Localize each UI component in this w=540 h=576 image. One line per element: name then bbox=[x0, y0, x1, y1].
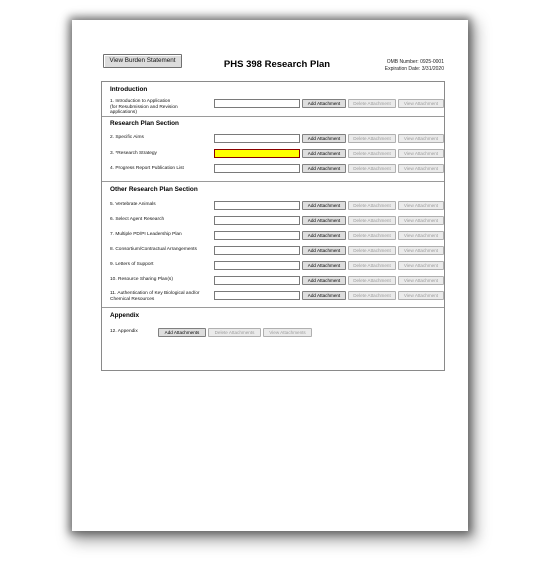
page-title: PHS 398 Research Plan bbox=[223, 59, 331, 70]
delete-attachment-button[interactable]: Delete Attachment bbox=[348, 291, 396, 300]
view-attachment-button[interactable]: View Attachment bbox=[398, 276, 444, 285]
delete-attachment-button[interactable]: Delete Attachment bbox=[348, 261, 396, 270]
add-attachment-button[interactable]: Add Attachment bbox=[302, 291, 346, 300]
row-label-appendix: 12. Appendix bbox=[110, 329, 138, 334]
file-field-select-agent[interactable] bbox=[214, 216, 300, 225]
file-field-multiple-pdpi[interactable] bbox=[214, 231, 300, 240]
delete-attachment-button[interactable]: Delete Attachment bbox=[348, 276, 396, 285]
file-field-specific-aims[interactable] bbox=[214, 134, 300, 143]
form-page: View Burden Statement PHS 398 Research P… bbox=[72, 20, 468, 531]
section-divider bbox=[102, 181, 444, 182]
section-divider bbox=[102, 307, 444, 308]
add-attachment-button[interactable]: Add Attachment bbox=[302, 231, 346, 240]
file-field-vertebrate-animals[interactable] bbox=[214, 201, 300, 210]
row-label-consortium: 8. Consortium/Contractual Arrangements bbox=[110, 247, 197, 252]
view-attachment-button[interactable]: View Attachment bbox=[398, 231, 444, 240]
row-label-vertebrate-animals: 5. Vertebrate Animals bbox=[110, 202, 156, 207]
add-attachment-button[interactable]: Add Attachment bbox=[302, 201, 346, 210]
delete-attachments-button[interactable]: Delete Attachments bbox=[208, 328, 261, 337]
file-field-letters-of-support[interactable] bbox=[214, 261, 300, 270]
delete-attachment-button[interactable]: Delete Attachment bbox=[348, 201, 396, 210]
section-title-introduction: Introduction bbox=[110, 86, 148, 93]
view-attachment-button[interactable]: View Attachment bbox=[398, 246, 444, 255]
row-label-research-strategy: 3. *Research Strategy bbox=[110, 151, 157, 156]
view-attachment-button[interactable]: View Attachment bbox=[398, 291, 444, 300]
delete-attachment-button[interactable]: Delete Attachment bbox=[348, 134, 396, 143]
view-attachments-button[interactable]: View Attachments bbox=[263, 328, 312, 337]
row-label-authentication: 11. Authentication of Key Biological and… bbox=[110, 291, 200, 302]
add-attachment-button[interactable]: Add Attachment bbox=[302, 261, 346, 270]
add-attachment-button[interactable]: Add Attachment bbox=[302, 216, 346, 225]
view-attachment-button[interactable]: View Attachment bbox=[398, 99, 444, 108]
file-field-authentication[interactable] bbox=[214, 291, 300, 300]
section-title-research-plan: Research Plan Section bbox=[110, 120, 179, 127]
section-divider bbox=[102, 116, 444, 117]
file-field-research-strategy[interactable] bbox=[214, 149, 300, 158]
omb-info: OMB Number: 0925-0001 Expiration Date: 3… bbox=[385, 59, 444, 72]
delete-attachment-button[interactable]: Delete Attachment bbox=[348, 216, 396, 225]
row-label-progress-report: 4. Progress Report Publication List bbox=[110, 166, 184, 171]
view-attachment-button[interactable]: View Attachment bbox=[398, 134, 444, 143]
delete-attachment-button[interactable]: Delete Attachment bbox=[348, 149, 396, 158]
view-attachment-button[interactable]: View Attachment bbox=[398, 261, 444, 270]
row-label-select-agent: 6. Select Agent Research bbox=[110, 217, 165, 222]
row-label-letters-of-support: 9. Letters of Support bbox=[110, 262, 154, 267]
view-attachment-button[interactable]: View Attachment bbox=[398, 164, 444, 173]
file-field-resource-sharing[interactable] bbox=[214, 276, 300, 285]
row-label-resource-sharing: 10. Resource Sharing Plan(s) bbox=[110, 277, 173, 282]
view-attachment-button[interactable]: View Attachment bbox=[398, 216, 444, 225]
row-label-introduction: 1. Introduction to Application (for Resub… bbox=[110, 99, 178, 116]
delete-attachment-button[interactable]: Delete Attachment bbox=[348, 99, 396, 108]
view-attachment-button[interactable]: View Attachment bbox=[398, 149, 444, 158]
add-attachment-button[interactable]: Add Attachment bbox=[302, 134, 346, 143]
view-burden-statement-button[interactable]: View Burden Statement bbox=[103, 54, 182, 68]
row-label-specific-aims: 2. Specific Aims bbox=[110, 135, 144, 140]
delete-attachment-button[interactable]: Delete Attachment bbox=[348, 164, 396, 173]
file-field-progress-report[interactable] bbox=[214, 164, 300, 173]
add-attachment-button[interactable]: Add Attachment bbox=[302, 276, 346, 285]
file-field-consortium[interactable] bbox=[214, 246, 300, 255]
add-attachments-button[interactable]: Add Attachments bbox=[158, 328, 206, 337]
file-field-introduction[interactable] bbox=[214, 99, 300, 108]
delete-attachment-button[interactable]: Delete Attachment bbox=[348, 246, 396, 255]
row-label-multiple-pdpi: 7. Multiple PD/PI Leadership Plan bbox=[110, 232, 182, 237]
delete-attachment-button[interactable]: Delete Attachment bbox=[348, 231, 396, 240]
add-attachment-button[interactable]: Add Attachment bbox=[302, 246, 346, 255]
section-title-appendix: Appendix bbox=[110, 312, 140, 319]
add-attachment-button[interactable]: Add Attachment bbox=[302, 99, 346, 108]
section-title-other: Other Research Plan Section bbox=[110, 186, 198, 193]
expiration-date: Expiration Date: 3/31/2020 bbox=[384, 65, 444, 72]
form-box: Introduction 1. Introduction to Applicat… bbox=[101, 81, 445, 371]
view-attachment-button[interactable]: View Attachment bbox=[398, 201, 444, 210]
add-attachment-button[interactable]: Add Attachment bbox=[302, 149, 346, 158]
add-attachment-button[interactable]: Add Attachment bbox=[302, 164, 346, 173]
omb-number: OMB Number: 0925-0001 bbox=[386, 59, 444, 65]
